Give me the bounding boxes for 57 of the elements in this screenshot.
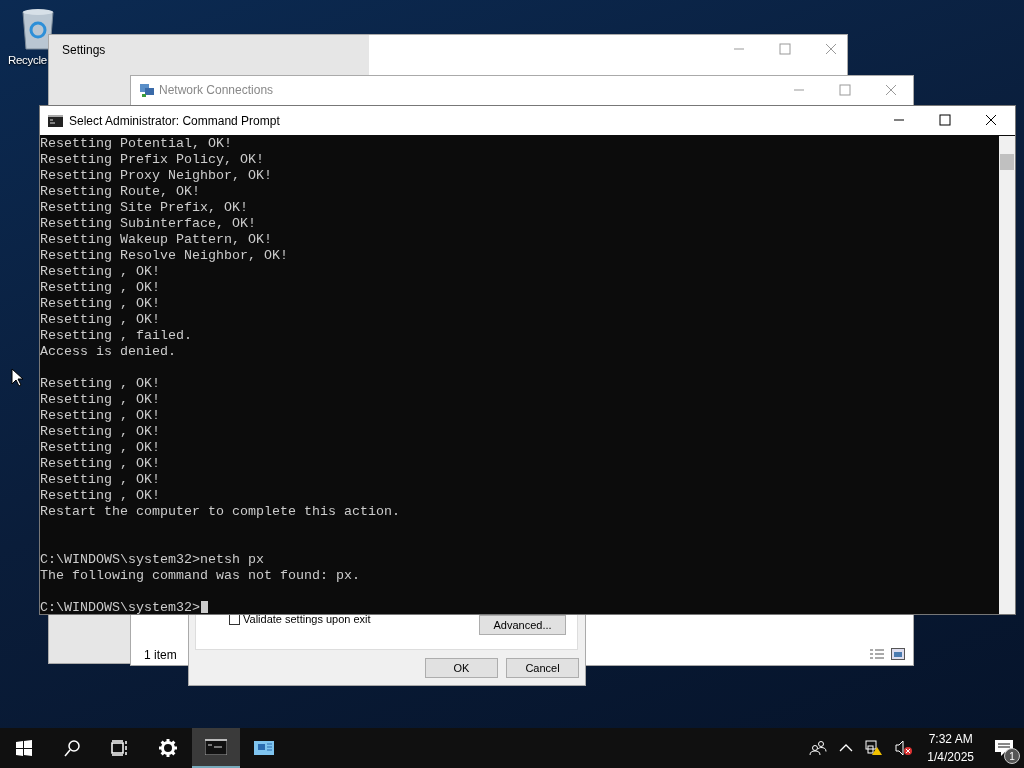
console-line: Resetting Subinterface, OK! <box>40 216 257 232</box>
ok-button[interactable]: OK <box>425 658 498 678</box>
window-title: Settings <box>62 43 106 57</box>
notification-badge: 1 <box>1004 748 1020 764</box>
status-text: 1 item <box>144 648 177 662</box>
console-line: Access is denied. <box>40 344 177 360</box>
window-title: Network Connections <box>159 83 274 97</box>
console-line: Resetting , OK! <box>40 312 161 328</box>
console-line: Resetting , OK! <box>40 392 161 408</box>
command-prompt-icon[interactable] <box>205 739 227 755</box>
people-icon[interactable] <box>809 740 828 756</box>
console-line: Restart the computer to complete this action. <box>40 504 401 520</box>
console-line: C:\WINDOWS\system32>netsh px <box>40 552 265 568</box>
console-line: Resetting , OK! <box>40 424 161 440</box>
console-line: Resetting , OK! <box>40 488 161 504</box>
window-title: Select Administrator: Command Prompt <box>69 113 280 128</box>
speaker-muted-icon[interactable] <box>895 740 914 756</box>
large-icons-view-icon[interactable] <box>891 648 905 660</box>
console-line: Resetting Route, OK! <box>40 184 201 200</box>
recycle-bin-icon[interactable] <box>20 8 56 50</box>
console-line: Resetting , OK! <box>40 408 161 424</box>
maximize-icon[interactable] <box>939 114 951 126</box>
console-line: The following command was not found: px. <box>40 568 361 584</box>
console-line: Resetting , OK! <box>40 440 161 456</box>
advanced-button[interactable]: Advanced... <box>479 615 566 635</box>
console-line: Resetting , OK! <box>40 264 161 280</box>
console-line: Resetting , OK! <box>40 472 161 488</box>
console-line: Resetting Potential, OK! <box>40 136 233 152</box>
console-prompt: C:\WINDOWS\system32> <box>40 600 200 615</box>
checkbox[interactable] <box>229 613 240 625</box>
scrollbar[interactable] <box>999 136 1015 614</box>
console-line: Resetting Proxy Neighbor, OK! <box>40 168 273 184</box>
recycle-bin-label: Recycle <box>8 54 47 66</box>
checkbox-label: Validate settings upon exit <box>243 613 371 625</box>
network-icon <box>139 82 155 98</box>
network-connections-icon[interactable] <box>253 739 275 757</box>
console-icon <box>48 114 63 127</box>
console-line: Resetting , OK! <box>40 456 161 472</box>
search-icon[interactable] <box>63 739 81 757</box>
console-line: Resetting Resolve Neighbor, OK! <box>40 248 289 264</box>
mouse-pointer-icon <box>11 368 23 387</box>
chevron-up-icon[interactable] <box>839 743 854 753</box>
console-line: Resetting , OK! <box>40 280 161 296</box>
windows-start-icon[interactable] <box>16 740 32 756</box>
network-warning-icon[interactable] <box>865 740 884 756</box>
console-line: Resetting Prefix Policy, OK! <box>40 152 265 168</box>
console-line: Resetting Site Prefix, OK! <box>40 200 249 216</box>
cancel-button[interactable]: Cancel <box>506 658 579 678</box>
clock[interactable]: 7:32 AM 1/4/2025 <box>927 730 974 766</box>
console-line: Resetting , failed. <box>40 328 193 344</box>
settings-icon[interactable] <box>159 739 177 757</box>
text-cursor <box>200 601 208 613</box>
console-line: Resetting , OK! <box>40 376 161 392</box>
close-icon[interactable] <box>985 114 997 126</box>
console-line: Resetting Wakeup Pattern, OK! <box>40 232 273 248</box>
console-line: Resetting , OK! <box>40 296 161 312</box>
task-view-icon[interactable] <box>111 740 129 756</box>
